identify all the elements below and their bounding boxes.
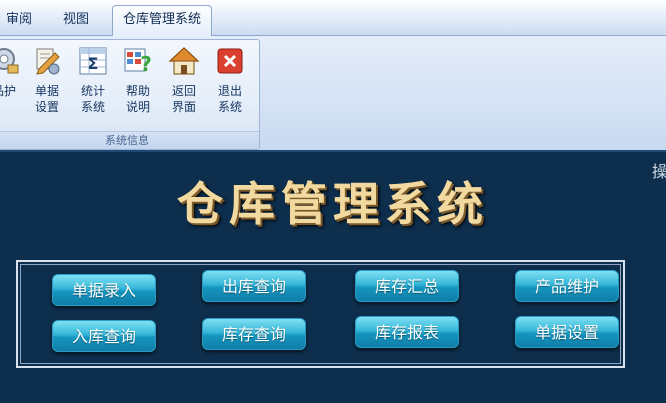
page-title: 仓库管理系统: [177, 177, 489, 231]
product-icon: [0, 48, 19, 74]
sigma-statistics-icon: Σ: [79, 47, 107, 75]
document-settings-button[interactable]: 单据设置: [24, 45, 70, 119]
statistics-system-button[interactable]: Σ 统计系统: [70, 45, 116, 119]
menu-button-frame: 单据录入 出库查询 库存汇总 产品维护 入库查询 库存查询 库存报表 单据设置: [16, 260, 625, 368]
document-settings-menu-button[interactable]: 单据设置: [515, 316, 619, 348]
product-maintenance-label: 品护: [0, 84, 16, 98]
tab-view[interactable]: 视图: [52, 8, 100, 34]
tab-review[interactable]: 审阅: [0, 8, 38, 34]
product-maintenance-menu-button[interactable]: 产品维护: [515, 270, 619, 302]
exit-x-icon: [217, 48, 243, 74]
svg-text:Σ: Σ: [88, 54, 99, 73]
inventory-query-button[interactable]: 库存查询: [202, 318, 306, 350]
help-button[interactable]: ? 帮助说明: [115, 45, 161, 119]
ribbon-group-system-info: 品护 单据设置 Σ 统计系统: [0, 39, 260, 150]
main-menu-panel: 操 仓库管理系统 单据录入 出库查询 库存汇总 产品维护 入库查询 库存查询 库…: [0, 150, 666, 403]
ribbon-panel: 品护 单据设置 Σ 统计系统: [0, 36, 666, 150]
document-entry-button[interactable]: 单据录入: [52, 274, 156, 306]
help-label: 帮助说明: [125, 84, 150, 114]
inventory-report-button[interactable]: 库存报表: [355, 316, 459, 348]
exit-system-label: 退出系统: [217, 84, 242, 114]
ribbon-tab-bar: 审阅 视图 仓库管理系统: [0, 0, 666, 37]
svg-text:?: ?: [140, 52, 152, 76]
return-home-label: 返回界面: [171, 84, 196, 114]
inventory-summary-button[interactable]: 库存汇总: [355, 270, 459, 302]
help-question-icon: ?: [124, 48, 152, 76]
inbound-query-button[interactable]: 入库查询: [52, 320, 156, 352]
return-home-button[interactable]: 返回界面: [161, 45, 207, 119]
home-icon: [168, 47, 200, 75]
document-settings-icon: [36, 48, 60, 75]
product-maintenance-button[interactable]: 品护: [0, 45, 27, 119]
outbound-query-button[interactable]: 出库查询: [202, 270, 306, 302]
statistics-system-label: 统计系统: [80, 84, 105, 114]
document-settings-label: 单据设置: [34, 84, 59, 114]
ribbon-group-caption: 系统信息: [0, 131, 259, 149]
exit-system-button[interactable]: 退出系统: [207, 45, 253, 119]
tab-warehouse-system[interactable]: 仓库管理系统: [112, 5, 212, 37]
